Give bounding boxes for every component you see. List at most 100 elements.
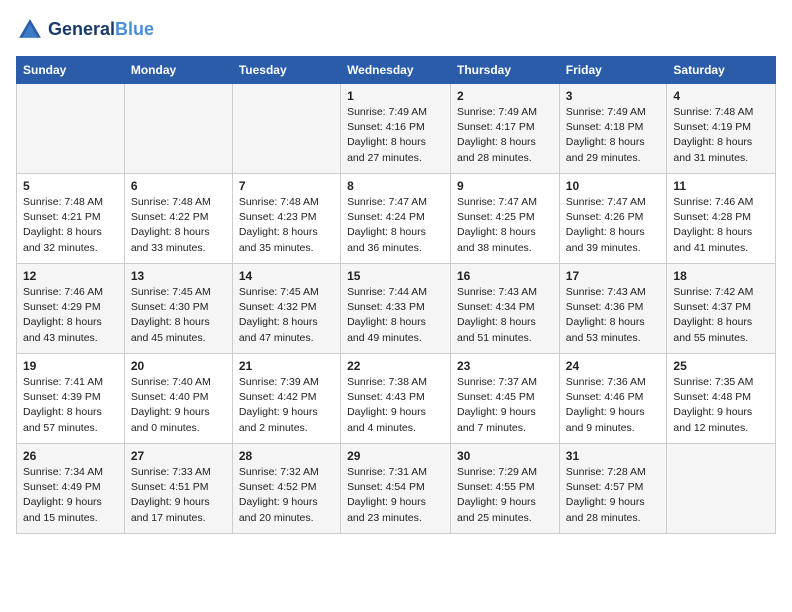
day-number: 4 bbox=[673, 89, 769, 103]
cell-content: Sunrise: 7:47 AM Sunset: 4:24 PM Dayligh… bbox=[347, 195, 444, 256]
day-number: 15 bbox=[347, 269, 444, 283]
day-number: 8 bbox=[347, 179, 444, 193]
day-header-friday: Friday bbox=[559, 57, 667, 84]
cell-content: Sunrise: 7:31 AM Sunset: 4:54 PM Dayligh… bbox=[347, 465, 444, 526]
day-number: 25 bbox=[673, 359, 769, 373]
cell-content: Sunrise: 7:37 AM Sunset: 4:45 PM Dayligh… bbox=[457, 375, 553, 436]
calendar-cell: 4 Sunrise: 7:48 AM Sunset: 4:19 PM Daylig… bbox=[667, 84, 776, 174]
calendar-cell: 1 Sunrise: 7:49 AM Sunset: 4:16 PM Daylig… bbox=[341, 84, 451, 174]
cell-content: Sunrise: 7:39 AM Sunset: 4:42 PM Dayligh… bbox=[239, 375, 334, 436]
calendar-cell: 24 Sunrise: 7:36 AM Sunset: 4:46 PM Dayli… bbox=[559, 354, 667, 444]
calendar-cell bbox=[17, 84, 125, 174]
calendar-cell: 18 Sunrise: 7:42 AM Sunset: 4:37 PM Dayli… bbox=[667, 264, 776, 354]
calendar-cell: 14 Sunrise: 7:45 AM Sunset: 4:32 PM Dayli… bbox=[232, 264, 340, 354]
calendar-cell: 2Sunrise: 7:49 AM Sunset: 4:17 PM Daylig… bbox=[451, 84, 560, 174]
calendar-header-row: SundayMondayTuesdayWednesdayThursdayFrid… bbox=[17, 57, 776, 84]
cell-content: Sunrise: 7:46 AM Sunset: 4:28 PM Dayligh… bbox=[673, 195, 769, 256]
day-number: 10 bbox=[566, 179, 661, 193]
day-number: 5 bbox=[23, 179, 118, 193]
calendar-cell: 8 Sunrise: 7:47 AM Sunset: 4:24 PM Daylig… bbox=[341, 174, 451, 264]
day-number: 21 bbox=[239, 359, 334, 373]
day-number: 16 bbox=[457, 269, 553, 283]
day-header-tuesday: Tuesday bbox=[232, 57, 340, 84]
calendar-cell: 11 Sunrise: 7:46 AM Sunset: 4:28 PM Dayli… bbox=[667, 174, 776, 264]
calendar-cell: 5Sunrise: 7:48 AM Sunset: 4:21 PM Daylig… bbox=[17, 174, 125, 264]
calendar-cell: 22 Sunrise: 7:38 AM Sunset: 4:43 PM Dayli… bbox=[341, 354, 451, 444]
day-header-saturday: Saturday bbox=[667, 57, 776, 84]
logo-icon bbox=[16, 16, 44, 44]
page-header: GeneralBlue bbox=[16, 16, 776, 44]
calendar-cell: 19Sunrise: 7:41 AM Sunset: 4:39 PM Dayli… bbox=[17, 354, 125, 444]
calendar-cell: 15 Sunrise: 7:44 AM Sunset: 4:33 PM Dayli… bbox=[341, 264, 451, 354]
day-number: 17 bbox=[566, 269, 661, 283]
day-number: 7 bbox=[239, 179, 334, 193]
day-number: 9 bbox=[457, 179, 553, 193]
calendar-cell bbox=[667, 444, 776, 534]
calendar-cell: 6 Sunrise: 7:48 AM Sunset: 4:22 PM Daylig… bbox=[124, 174, 232, 264]
day-number: 27 bbox=[131, 449, 226, 463]
cell-content: Sunrise: 7:49 AM Sunset: 4:16 PM Dayligh… bbox=[347, 105, 444, 166]
cell-content: Sunrise: 7:43 AM Sunset: 4:36 PM Dayligh… bbox=[566, 285, 661, 346]
cell-content: Sunrise: 7:43 AM Sunset: 4:34 PM Dayligh… bbox=[457, 285, 553, 346]
day-header-wednesday: Wednesday bbox=[341, 57, 451, 84]
cell-content: Sunrise: 7:29 AM Sunset: 4:55 PM Dayligh… bbox=[457, 465, 553, 526]
cell-content: Sunrise: 7:45 AM Sunset: 4:30 PM Dayligh… bbox=[131, 285, 226, 346]
calendar-week-2: 5Sunrise: 7:48 AM Sunset: 4:21 PM Daylig… bbox=[17, 174, 776, 264]
calendar-week-1: 1 Sunrise: 7:49 AM Sunset: 4:16 PM Daylig… bbox=[17, 84, 776, 174]
day-number: 26 bbox=[23, 449, 118, 463]
calendar-cell: 20 Sunrise: 7:40 AM Sunset: 4:40 PM Dayli… bbox=[124, 354, 232, 444]
cell-content: Sunrise: 7:49 AM Sunset: 4:17 PM Dayligh… bbox=[457, 105, 553, 166]
calendar-cell: 13 Sunrise: 7:45 AM Sunset: 4:30 PM Dayli… bbox=[124, 264, 232, 354]
cell-content: Sunrise: 7:48 AM Sunset: 4:22 PM Dayligh… bbox=[131, 195, 226, 256]
cell-content: Sunrise: 7:44 AM Sunset: 4:33 PM Dayligh… bbox=[347, 285, 444, 346]
cell-content: Sunrise: 7:35 AM Sunset: 4:48 PM Dayligh… bbox=[673, 375, 769, 436]
day-number: 1 bbox=[347, 89, 444, 103]
calendar-week-5: 26 Sunrise: 7:34 AM Sunset: 4:49 PM Dayli… bbox=[17, 444, 776, 534]
day-number: 20 bbox=[131, 359, 226, 373]
cell-content: Sunrise: 7:32 AM Sunset: 4:52 PM Dayligh… bbox=[239, 465, 334, 526]
day-number: 18 bbox=[673, 269, 769, 283]
cell-content: Sunrise: 7:40 AM Sunset: 4:40 PM Dayligh… bbox=[131, 375, 226, 436]
day-number: 12 bbox=[23, 269, 118, 283]
calendar-cell: 30 Sunrise: 7:29 AM Sunset: 4:55 PM Dayli… bbox=[451, 444, 560, 534]
calendar-week-3: 12 Sunrise: 7:46 AM Sunset: 4:29 PM Dayli… bbox=[17, 264, 776, 354]
day-header-thursday: Thursday bbox=[451, 57, 560, 84]
calendar-cell: 29 Sunrise: 7:31 AM Sunset: 4:54 PM Dayli… bbox=[341, 444, 451, 534]
cell-content: Sunrise: 7:48 AM Sunset: 4:19 PM Dayligh… bbox=[673, 105, 769, 166]
calendar-cell: 17 Sunrise: 7:43 AM Sunset: 4:36 PM Dayli… bbox=[559, 264, 667, 354]
day-number: 29 bbox=[347, 449, 444, 463]
cell-content: Sunrise: 7:47 AM Sunset: 4:26 PM Dayligh… bbox=[566, 195, 661, 256]
cell-content: Sunrise: 7:36 AM Sunset: 4:46 PM Dayligh… bbox=[566, 375, 661, 436]
calendar-cell: 9Sunrise: 7:47 AM Sunset: 4:25 PM Daylig… bbox=[451, 174, 560, 264]
cell-content: Sunrise: 7:49 AM Sunset: 4:18 PM Dayligh… bbox=[566, 105, 661, 166]
calendar-cell: 26 Sunrise: 7:34 AM Sunset: 4:49 PM Dayli… bbox=[17, 444, 125, 534]
day-number: 14 bbox=[239, 269, 334, 283]
calendar-cell: 31 Sunrise: 7:28 AM Sunset: 4:57 PM Dayli… bbox=[559, 444, 667, 534]
day-number: 19 bbox=[23, 359, 118, 373]
calendar-cell: 10 Sunrise: 7:47 AM Sunset: 4:26 PM Dayli… bbox=[559, 174, 667, 264]
cell-content: Sunrise: 7:48 AM Sunset: 4:23 PM Dayligh… bbox=[239, 195, 334, 256]
day-number: 13 bbox=[131, 269, 226, 283]
calendar-cell: 23 Sunrise: 7:37 AM Sunset: 4:45 PM Dayli… bbox=[451, 354, 560, 444]
calendar-cell: 12 Sunrise: 7:46 AM Sunset: 4:29 PM Dayli… bbox=[17, 264, 125, 354]
cell-content: Sunrise: 7:42 AM Sunset: 4:37 PM Dayligh… bbox=[673, 285, 769, 346]
logo-text: GeneralBlue bbox=[48, 20, 154, 40]
calendar-cell bbox=[232, 84, 340, 174]
cell-content: Sunrise: 7:34 AM Sunset: 4:49 PM Dayligh… bbox=[23, 465, 118, 526]
day-number: 6 bbox=[131, 179, 226, 193]
day-number: 28 bbox=[239, 449, 334, 463]
cell-content: Sunrise: 7:46 AM Sunset: 4:29 PM Dayligh… bbox=[23, 285, 118, 346]
day-number: 23 bbox=[457, 359, 553, 373]
calendar-table: SundayMondayTuesdayWednesdayThursdayFrid… bbox=[16, 56, 776, 534]
cell-content: Sunrise: 7:28 AM Sunset: 4:57 PM Dayligh… bbox=[566, 465, 661, 526]
calendar-week-4: 19Sunrise: 7:41 AM Sunset: 4:39 PM Dayli… bbox=[17, 354, 776, 444]
cell-content: Sunrise: 7:38 AM Sunset: 4:43 PM Dayligh… bbox=[347, 375, 444, 436]
day-number: 22 bbox=[347, 359, 444, 373]
day-number: 30 bbox=[457, 449, 553, 463]
day-number: 24 bbox=[566, 359, 661, 373]
cell-content: Sunrise: 7:45 AM Sunset: 4:32 PM Dayligh… bbox=[239, 285, 334, 346]
cell-content: Sunrise: 7:33 AM Sunset: 4:51 PM Dayligh… bbox=[131, 465, 226, 526]
day-number: 11 bbox=[673, 179, 769, 193]
logo: GeneralBlue bbox=[16, 16, 154, 44]
day-number: 31 bbox=[566, 449, 661, 463]
